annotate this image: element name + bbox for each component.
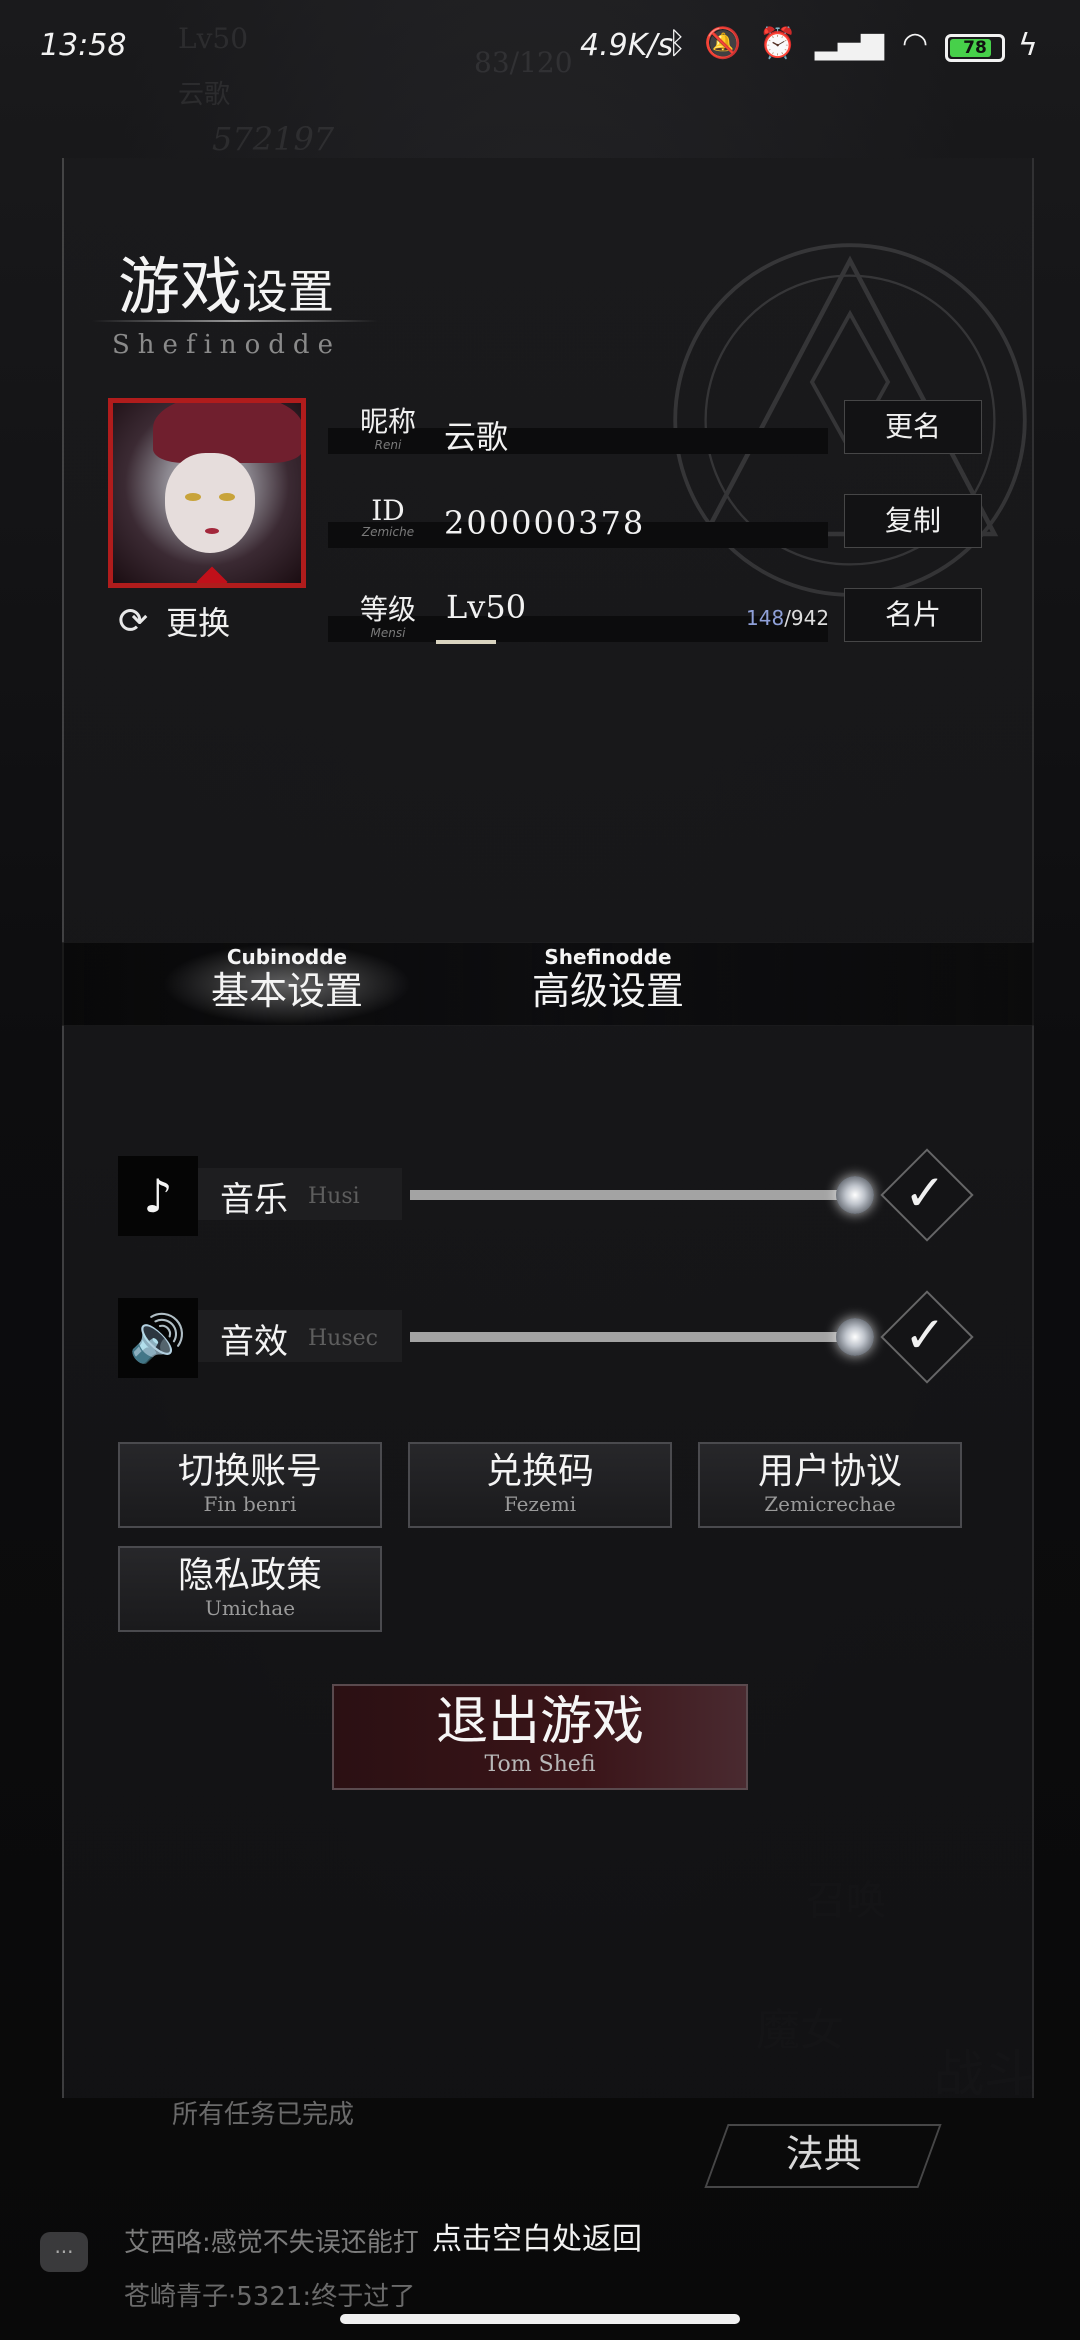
tab-advanced-cn: 高级设置 bbox=[531, 969, 684, 1013]
nickname-value: 云歌 bbox=[444, 418, 509, 456]
alarm-icon: ⏰ bbox=[759, 26, 797, 61]
title-sub: 设置 bbox=[242, 265, 335, 319]
music-volume-slider[interactable] bbox=[410, 1190, 856, 1200]
avatar-gem bbox=[196, 566, 228, 583]
music-setting: ♪ 音乐 Husi ✓ bbox=[118, 1148, 978, 1242]
user-agreement-en: Zemicrechae bbox=[764, 1492, 896, 1516]
music-slider-handle[interactable] bbox=[836, 1176, 874, 1214]
battery-icon: 78 bbox=[945, 34, 1005, 62]
exit-game-en: Tom Shefi bbox=[484, 1752, 596, 1777]
music-label-cn: 音乐 bbox=[220, 1180, 288, 1220]
redeem-code-en: Fezemi bbox=[503, 1492, 577, 1516]
tab-advanced-en: Shefinodde bbox=[544, 945, 672, 969]
law-book-button[interactable]: 法典 bbox=[704, 2124, 942, 2188]
tab-advanced-settings[interactable]: Shefinodde 高级设置 bbox=[458, 943, 758, 1025]
check-icon: ✓ bbox=[904, 1164, 946, 1222]
mute-icon: 🔕 bbox=[704, 26, 742, 61]
effects-setting: 🔊 音效 Husec ✓ bbox=[118, 1290, 978, 1384]
effects-label-en: Husec bbox=[308, 1326, 378, 1351]
law-book-label: 法典 bbox=[785, 2132, 862, 2176]
level-value: Lv50 bbox=[446, 588, 527, 626]
level-label: 等级 Mensi bbox=[348, 588, 428, 640]
user-agreement-cn: 用户协议 bbox=[757, 1451, 902, 1492]
check-icon: ✓ bbox=[904, 1306, 946, 1364]
battery-level: 78 bbox=[963, 38, 987, 58]
nickname-label: 昵称 Reni bbox=[348, 400, 428, 452]
avatar[interactable] bbox=[108, 398, 306, 588]
task-status: 所有任务已完成 bbox=[172, 2100, 355, 2130]
id-label-en: Zemiche bbox=[361, 525, 415, 539]
settings-tabs: Cubinodde 基本设置 Shefinodde 高级设置 bbox=[62, 942, 1034, 1026]
exit-game-cn: 退出游戏 bbox=[435, 1692, 644, 1752]
user-agreement-button[interactable]: 用户协议 Zemicrechae bbox=[698, 1442, 962, 1528]
copy-button[interactable]: 复制 bbox=[844, 494, 982, 548]
privacy-policy-button[interactable]: 隐私政策 Umichae bbox=[118, 1546, 382, 1632]
change-avatar-button[interactable]: ⟳ 更换 bbox=[118, 598, 230, 644]
page-title: 游戏设置 bbox=[118, 236, 334, 326]
privacy-policy-en: Umichae bbox=[204, 1596, 296, 1620]
id-row: ID Zemiche 200000378 复制 bbox=[328, 494, 990, 558]
id-label-cn: ID bbox=[371, 494, 405, 527]
hd-signal-icon: ▂▄▆ bbox=[814, 26, 884, 61]
home-indicator[interactable] bbox=[340, 2314, 740, 2324]
music-note-icon: ♪ bbox=[118, 1156, 198, 1236]
tap-to-return-hint[interactable]: 点击空白处返回 bbox=[432, 2214, 642, 2258]
nickname-label-en: Reni bbox=[374, 438, 402, 452]
tab-basic-cn: 基本设置 bbox=[210, 969, 363, 1013]
title-main: 游戏 bbox=[118, 250, 243, 323]
redeem-code-cn: 兑换码 bbox=[485, 1451, 594, 1492]
status-bar: 13:58 4.9K/s ᛒ 🔕 ⏰ ▂▄▆ ◠ 78 ϟ bbox=[0, 0, 1080, 96]
exit-game-button[interactable]: 退出游戏 Tom Shefi bbox=[332, 1684, 748, 1790]
tab-basic-en: Cubinodde bbox=[226, 945, 348, 969]
status-icons: ᛒ 🔕 ⏰ ▂▄▆ ◠ bbox=[668, 26, 928, 61]
name-card-button[interactable]: 名片 bbox=[844, 588, 982, 642]
avatar-lips bbox=[205, 528, 219, 534]
id-value: 200000378 bbox=[444, 504, 646, 542]
music-label-box: 音乐 Husi bbox=[198, 1168, 402, 1220]
title-divider bbox=[92, 320, 378, 322]
level-row: 等级 Mensi Lv50 148/942 名片 bbox=[328, 588, 990, 652]
id-label: ID Zemiche bbox=[348, 494, 428, 539]
page-subtitle: Shefinodde bbox=[112, 330, 341, 360]
tab-basic-settings[interactable]: Cubinodde 基本设置 bbox=[162, 943, 412, 1025]
status-net-speed: 4.9K/s bbox=[580, 28, 674, 63]
refresh-icon: ⟳ bbox=[118, 600, 149, 642]
effects-label-box: 音效 Husec bbox=[198, 1310, 402, 1362]
level-label-en: Mensi bbox=[370, 626, 406, 640]
exp-total: /942 bbox=[784, 606, 830, 630]
speaker-icon: 🔊 bbox=[118, 1298, 198, 1378]
switch-account-cn: 切换账号 bbox=[177, 1451, 322, 1492]
status-time: 13:58 bbox=[40, 28, 127, 63]
avatar-eye-left bbox=[185, 493, 201, 501]
exp-current: 148 bbox=[746, 606, 785, 630]
music-label-en: Husi bbox=[308, 1184, 360, 1209]
effects-volume-slider[interactable] bbox=[410, 1332, 856, 1342]
rename-button[interactable]: 更名 bbox=[844, 400, 982, 454]
avatar-hat bbox=[153, 403, 301, 463]
chat-message: 苍崎青子·5321:终于过了 bbox=[124, 2282, 416, 2312]
switch-account-en: Fin benri bbox=[203, 1492, 297, 1516]
change-avatar-label: 更换 bbox=[166, 604, 231, 642]
nickname-row: 昵称 Reni 云歌 更名 bbox=[328, 400, 990, 464]
effects-label-cn: 音效 bbox=[220, 1322, 288, 1362]
wifi-icon: ◠ bbox=[901, 26, 929, 61]
exp-progress-bar bbox=[436, 640, 496, 644]
switch-account-button[interactable]: 切换账号 Fin benri bbox=[118, 1442, 382, 1528]
avatar-eye-right bbox=[219, 493, 235, 501]
avatar-face bbox=[165, 453, 255, 553]
nickname-label-cn: 昵称 bbox=[359, 405, 416, 438]
privacy-policy-cn: 隐私政策 bbox=[177, 1555, 322, 1596]
chat-icon[interactable]: ··· bbox=[40, 2232, 88, 2272]
bg-score: 572197 bbox=[212, 120, 335, 158]
effects-slider-handle[interactable] bbox=[836, 1318, 874, 1356]
chat-message: 艾西咯:感觉不失误还能打 bbox=[124, 2228, 419, 2258]
bluetooth-icon: ᛒ bbox=[668, 26, 686, 61]
exp-text: 148/942 bbox=[746, 606, 829, 630]
redeem-code-button[interactable]: 兑换码 Fezemi bbox=[408, 1442, 672, 1528]
charging-icon: ϟ bbox=[1018, 28, 1038, 63]
level-label-cn: 等级 bbox=[359, 593, 416, 626]
